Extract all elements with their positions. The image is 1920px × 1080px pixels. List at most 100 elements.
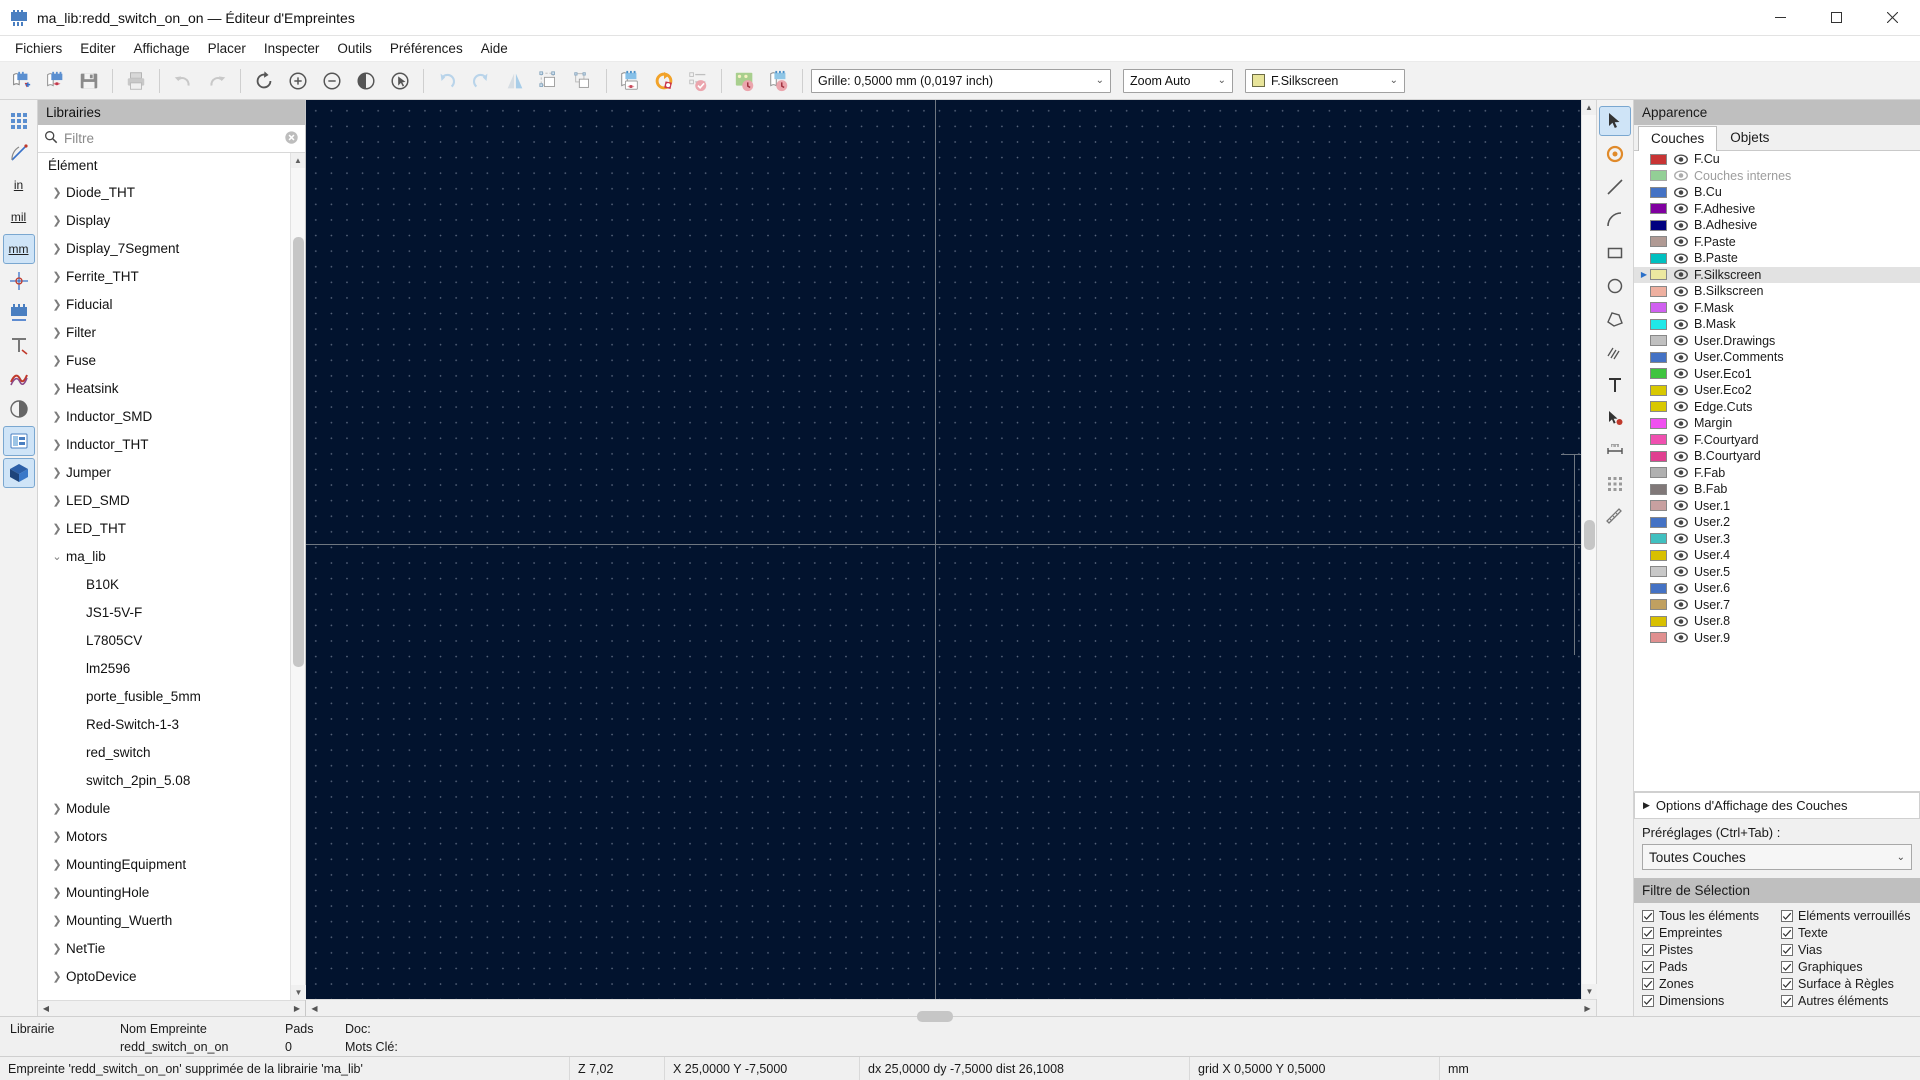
text-sketch-icon[interactable]	[3, 330, 35, 360]
layer-visibility-eye-icon[interactable]	[1673, 203, 1689, 214]
layer-color-swatch[interactable]	[1650, 418, 1667, 429]
tree-library-item[interactable]: ❯Fiducial	[38, 290, 290, 318]
layer-visibility-eye-icon[interactable]	[1673, 599, 1689, 610]
scroll-thumb[interactable]	[917, 1011, 953, 1022]
tree-library-item[interactable]: ❯Mounting_Wuerth	[38, 906, 290, 934]
scroll-thumb[interactable]	[1584, 520, 1595, 550]
selection-filter-checkbox[interactable]: Tous les éléments	[1642, 909, 1773, 923]
search-input[interactable]	[58, 130, 284, 147]
tree-footprint-item[interactable]: red_switch	[38, 738, 290, 766]
chevron-right-icon[interactable]: ❯	[48, 466, 66, 479]
grid-select[interactable]: Grille: 0,5000 mm (0,0197 inch) ⌄	[811, 69, 1111, 93]
footprint-wizard-icon[interactable]	[762, 65, 796, 97]
chevron-right-icon[interactable]: ❯	[48, 830, 66, 843]
layer-color-swatch[interactable]	[1650, 484, 1667, 495]
undo-icon[interactable]	[166, 65, 200, 97]
add-text-icon[interactable]	[1599, 370, 1631, 400]
scroll-thumb[interactable]	[293, 237, 304, 667]
tree-library-item[interactable]: ❯Filter	[38, 318, 290, 346]
redo-icon[interactable]	[200, 65, 234, 97]
footprint-library-icon[interactable]	[728, 65, 762, 97]
chevron-right-icon[interactable]: ❯	[48, 970, 66, 983]
zoom-selection-icon[interactable]	[383, 65, 417, 97]
layer-row[interactable]: F.Mask	[1634, 300, 1920, 317]
layer-visibility-eye-icon[interactable]	[1673, 632, 1689, 643]
canvas-vscrollbar[interactable]: ▲ ▼	[1581, 100, 1596, 999]
layer-visibility-eye-icon[interactable]	[1673, 533, 1689, 544]
layer-row[interactable]: F.Fab	[1634, 465, 1920, 482]
layer-color-swatch[interactable]	[1650, 335, 1667, 346]
layer-color-swatch[interactable]	[1650, 154, 1667, 165]
layer-row[interactable]: User.Drawings	[1634, 333, 1920, 350]
contrast-mode-icon[interactable]	[3, 394, 35, 424]
scroll-left-icon[interactable]: ◀	[306, 1004, 323, 1013]
layer-row[interactable]: User.8	[1634, 613, 1920, 630]
layer-row[interactable]: User.1	[1634, 498, 1920, 515]
tree-library-item[interactable]: ❯MountingEquipment	[38, 850, 290, 878]
add-pad-icon[interactable]	[1599, 139, 1631, 169]
zoom-in-icon[interactable]	[281, 65, 315, 97]
tree-library-item[interactable]: ❯Module	[38, 794, 290, 822]
tree-library-item[interactable]: ❯LED_SMD	[38, 486, 290, 514]
layer-visibility-eye-icon[interactable]	[1673, 434, 1689, 445]
units-mm-icon[interactable]: mm	[3, 234, 35, 264]
chevron-right-icon[interactable]: ❯	[48, 802, 66, 815]
layer-visibility-eye-icon[interactable]	[1673, 269, 1689, 280]
layer-select[interactable]: F.Silkscreen ⌄	[1245, 69, 1405, 93]
layer-color-swatch[interactable]	[1650, 500, 1667, 511]
tree-footprint-item[interactable]: porte_fusible_5mm	[38, 682, 290, 710]
selection-filter-checkbox[interactable]: Eléments verrouillés	[1781, 909, 1912, 923]
selection-filter-checkbox[interactable]: Dimensions	[1642, 994, 1773, 1008]
layer-row[interactable]: B.Fab	[1634, 481, 1920, 498]
layer-color-swatch[interactable]	[1650, 533, 1667, 544]
print-icon[interactable]	[119, 65, 153, 97]
chevron-right-icon[interactable]: ❯	[48, 326, 66, 339]
selection-filter-checkbox[interactable]: Surface à Règles	[1781, 977, 1912, 991]
layer-color-swatch[interactable]	[1650, 451, 1667, 462]
chevron-right-icon[interactable]: ❯	[48, 438, 66, 451]
clear-icon[interactable]	[284, 130, 299, 148]
chevron-down-icon[interactable]: ⌄	[48, 550, 66, 563]
layer-row[interactable]: B.Courtyard	[1634, 448, 1920, 465]
layer-visibility-eye-icon[interactable]	[1673, 467, 1689, 478]
layer-visibility-eye-icon[interactable]	[1673, 566, 1689, 577]
layer-color-swatch[interactable]	[1650, 352, 1667, 363]
graphics-sketch-icon[interactable]	[3, 362, 35, 392]
draw-circle-icon[interactable]	[1599, 271, 1631, 301]
menu-placer[interactable]: Placer	[199, 38, 255, 59]
layer-color-swatch[interactable]	[1650, 517, 1667, 528]
pads-sketch-icon[interactable]	[3, 298, 35, 328]
tree-library-item[interactable]: ❯Inductor_THT	[38, 430, 290, 458]
load-footprint-from-board-icon[interactable]	[613, 65, 647, 97]
draw-rectangle-icon[interactable]	[1599, 238, 1631, 268]
footprint-canvas[interactable]	[306, 100, 1581, 999]
units-mil-icon[interactable]: mil	[3, 202, 35, 232]
tree-library-item[interactable]: ⌄ma_lib	[38, 542, 290, 570]
layer-row[interactable]: Edge.Cuts	[1634, 399, 1920, 416]
selection-filter-checkbox[interactable]: Vias	[1781, 943, 1912, 957]
menu-outils[interactable]: Outils	[328, 38, 381, 59]
mirror-icon[interactable]	[498, 65, 532, 97]
layer-row[interactable]: F.Courtyard	[1634, 432, 1920, 449]
chevron-right-icon[interactable]: ❯	[48, 186, 66, 199]
tree-library-item[interactable]: ❯Fuse	[38, 346, 290, 374]
chevron-right-icon[interactable]: ❯	[48, 522, 66, 535]
checkbox-box[interactable]	[1781, 944, 1793, 956]
checkbox-box[interactable]	[1642, 961, 1654, 973]
layer-visibility-eye-icon[interactable]	[1673, 500, 1689, 511]
layer-row[interactable]: B.Adhesive	[1634, 217, 1920, 234]
libraries-tree-scrollbar[interactable]: ▲ ▼	[290, 153, 305, 1000]
chevron-right-icon[interactable]: ❯	[48, 242, 66, 255]
tree-library-item[interactable]: ❯OptoDevice	[38, 962, 290, 990]
scroll-right-icon[interactable]: ▶	[1579, 1004, 1596, 1013]
zoom-fit-icon[interactable]	[349, 65, 383, 97]
selection-filter-checkbox[interactable]: Pads	[1642, 960, 1773, 974]
tree-library-item[interactable]: ❯Display	[38, 206, 290, 234]
layer-visibility-eye-icon[interactable]	[1673, 253, 1689, 264]
canvas-hscrollbar[interactable]: ◀ ▶	[306, 999, 1596, 1016]
layer-row[interactable]: User.5	[1634, 564, 1920, 581]
tree-library-item[interactable]: ❯Display_7Segment	[38, 234, 290, 262]
scroll-right-icon[interactable]: ▶	[289, 1004, 305, 1013]
layer-color-swatch[interactable]	[1650, 269, 1667, 280]
layer-row[interactable]: B.Mask	[1634, 316, 1920, 333]
